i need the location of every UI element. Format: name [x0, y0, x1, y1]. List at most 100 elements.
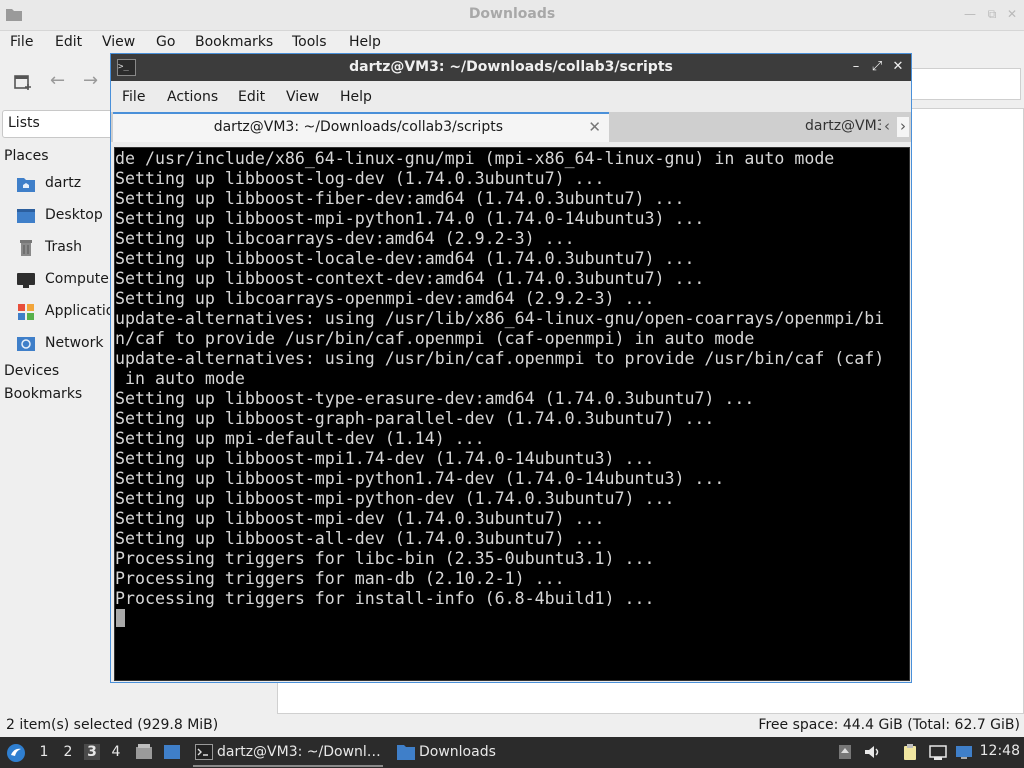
terminal-tabbar: dartz@VM3: ~/Downloads/collab3/scripts ✕…	[111, 112, 911, 142]
maximize-button[interactable]: ⧉	[986, 8, 998, 20]
menu-bookmarks[interactable]: Bookmarks	[195, 34, 273, 50]
menu-help[interactable]: Help	[349, 34, 381, 50]
clipboard-icon[interactable]	[901, 743, 919, 761]
terminal-titlebar[interactable]: >_ dartz@VM3: ~/Downloads/collab3/script…	[111, 54, 911, 81]
sidebar-mode-label: Lists	[8, 115, 40, 131]
terminal-line: in auto mode	[115, 369, 245, 388]
bookmarks-header: Bookmarks	[4, 386, 83, 402]
terminal-line: update-alternatives: using /usr/bin/caf.…	[115, 349, 885, 368]
terminal-line: Processing triggers for man-db (2.10.2-1…	[115, 569, 565, 588]
minimize-button[interactable]: –	[849, 59, 863, 74]
tab-active[interactable]: dartz@VM3: ~/Downloads/collab3/scripts ✕	[113, 112, 609, 142]
terminal-line: Setting up libcoarrays-openmpi-dev:amd64…	[115, 289, 655, 308]
terminal-output[interactable]: de /usr/include/x86_64-linux-gnu/mpi (mp…	[114, 147, 910, 681]
sidebar-item-desktop[interactable]: Desktop	[16, 205, 112, 229]
start-menu-icon[interactable]	[6, 743, 26, 763]
terminal-line: de /usr/include/x86_64-linux-gnu/mpi (mp…	[115, 149, 835, 168]
folder-icon	[397, 745, 415, 760]
terminal-window[interactable]: >_ dartz@VM3: ~/Downloads/collab3/script…	[110, 53, 912, 683]
sidebar-item-computer[interactable]: Computer	[16, 269, 112, 293]
network-icon	[17, 337, 35, 351]
taskbar-item-label: Downloads	[419, 744, 496, 760]
taskbar-item-terminal[interactable]: dartz@VM3: ~/Downl…	[193, 740, 383, 767]
forward-icon[interactable]: →	[83, 70, 98, 91]
show-desktop-icon[interactable]	[135, 743, 153, 761]
sidebar-item-label: Applications	[45, 303, 112, 319]
menu-view[interactable]: View	[286, 89, 319, 105]
desktop-icon	[17, 209, 35, 223]
tab-scroll-left-icon[interactable]: ‹	[881, 117, 893, 137]
tab-scroll-right-icon[interactable]: ›	[897, 117, 909, 137]
menu-tools[interactable]: Tools	[292, 34, 327, 50]
selection-status: 2 item(s) selected (929.8 MiB)	[6, 717, 219, 733]
clock[interactable]: 12:48	[980, 743, 1020, 759]
window-title: Downloads	[468, 6, 556, 22]
new-tab-icon[interactable]	[14, 74, 32, 90]
terminal-line: Setting up libboost-all-dev (1.74.0.3ubu…	[115, 529, 605, 548]
menu-edit[interactable]: Edit	[55, 34, 82, 50]
maximize-button[interactable]: ⤢	[870, 59, 884, 74]
desktop-launcher-icon[interactable]	[163, 743, 181, 761]
home-folder-icon	[17, 178, 35, 192]
terminal-line: Setting up libboost-mpi-python1.74-dev (…	[115, 469, 725, 488]
terminal-line: Processing triggers for libc-bin (2.35-0…	[115, 549, 655, 568]
sidebar-item-network[interactable]: Network	[16, 333, 112, 357]
back-icon[interactable]: ←	[50, 70, 65, 91]
terminal-line: Setting up libboost-log-dev (1.74.0.3ubu…	[115, 169, 605, 188]
close-button[interactable]: ✕	[1006, 8, 1018, 20]
sidebar-item-label: Computer	[45, 271, 112, 287]
eject-icon[interactable]	[836, 743, 854, 761]
terminal-line: Setting up libboost-mpi-python-dev (1.74…	[115, 489, 675, 508]
menu-view[interactable]: View	[102, 34, 135, 50]
terminal-line: Processing triggers for install-info (6.…	[115, 589, 655, 608]
free-space-status: Free space: 44.4 GiB (Total: 62.7 GiB)	[758, 717, 1020, 733]
taskbar: 1 2 3 4 dartz@VM3: ~/Downl… Downloads 12…	[0, 737, 1024, 768]
places-header: Places	[4, 148, 49, 164]
menu-edit[interactable]: Edit	[238, 89, 265, 105]
menu-actions[interactable]: Actions	[167, 89, 218, 105]
workspace-4[interactable]: 4	[108, 744, 124, 760]
terminal-lines: de /usr/include/x86_64-linux-gnu/mpi (mp…	[115, 149, 884, 609]
taskbar-item-downloads[interactable]: Downloads	[395, 740, 505, 765]
display-icon[interactable]	[955, 743, 973, 761]
workspace-2[interactable]: 2	[60, 744, 76, 760]
terminal-line: Setting up mpi-default-dev (1.14) ...	[115, 429, 485, 448]
terminal-line: Setting up libboost-mpi1.74-dev (1.74.0-…	[115, 449, 655, 468]
sidebar-item-label: Desktop	[45, 207, 103, 223]
text-cursor	[116, 609, 125, 627]
file-manager-menubar: File Edit View Go Bookmarks Tools Help	[0, 30, 1024, 55]
minimize-button[interactable]: —	[964, 8, 976, 20]
workspace-1[interactable]: 1	[36, 744, 52, 760]
terminal-line: Setting up libcoarrays-dev:amd64 (2.9.2-…	[115, 229, 575, 248]
terminal-line: Setting up libboost-mpi-dev (1.74.0.3ubu…	[115, 509, 605, 528]
menu-file[interactable]: File	[122, 89, 145, 105]
menu-file[interactable]: File	[10, 34, 33, 50]
sidebar-item-label: Trash	[45, 239, 82, 255]
network-status-icon[interactable]	[929, 743, 947, 761]
terminal-line: Setting up libboost-type-erasure-dev:amd…	[115, 389, 755, 408]
sidebar-item-applications[interactable]: Applications	[16, 301, 112, 325]
tab-label: dartz@VM3: ~/Downloads/collab3/scripts	[805, 118, 881, 134]
terminal-line: Setting up libboost-graph-parallel-dev (…	[115, 409, 715, 428]
tab-label: dartz@VM3: ~/Downloads/collab3/scripts	[213, 119, 503, 135]
tab-inactive[interactable]: dartz@VM3: ~/Downloads/collab3/scripts	[611, 112, 881, 142]
sidebar-item-trash[interactable]: Trash	[16, 237, 112, 261]
computer-icon	[17, 273, 35, 288]
terminal-line: n/caf to provide /usr/bin/caf.openmpi (c…	[115, 329, 755, 348]
terminal-line: Setting up libboost-fiber-dev:amd64 (1.7…	[115, 189, 685, 208]
trash-icon	[20, 240, 32, 256]
sidebar-mode-select[interactable]: Lists	[2, 110, 114, 138]
applications-icon	[18, 304, 34, 320]
file-manager-titlebar[interactable]: Downloads — ⧉ ✕	[0, 0, 1024, 31]
tab-close-icon[interactable]: ✕	[588, 118, 601, 136]
workspace-3[interactable]: 3	[84, 744, 100, 760]
menu-go[interactable]: Go	[156, 34, 175, 50]
close-button[interactable]: ✕	[891, 59, 905, 74]
path-bar[interactable]	[912, 68, 1021, 100]
sidebar-item-dartz[interactable]: dartz	[16, 173, 112, 197]
menu-help[interactable]: Help	[340, 89, 372, 105]
terminal-line: update-alternatives: using /usr/lib/x86_…	[115, 309, 885, 328]
volume-icon[interactable]	[863, 743, 881, 761]
terminal-line: Setting up libboost-mpi-python1.74.0 (1.…	[115, 209, 705, 228]
terminal-line: Setting up libboost-context-dev:amd64 (1…	[115, 269, 705, 288]
